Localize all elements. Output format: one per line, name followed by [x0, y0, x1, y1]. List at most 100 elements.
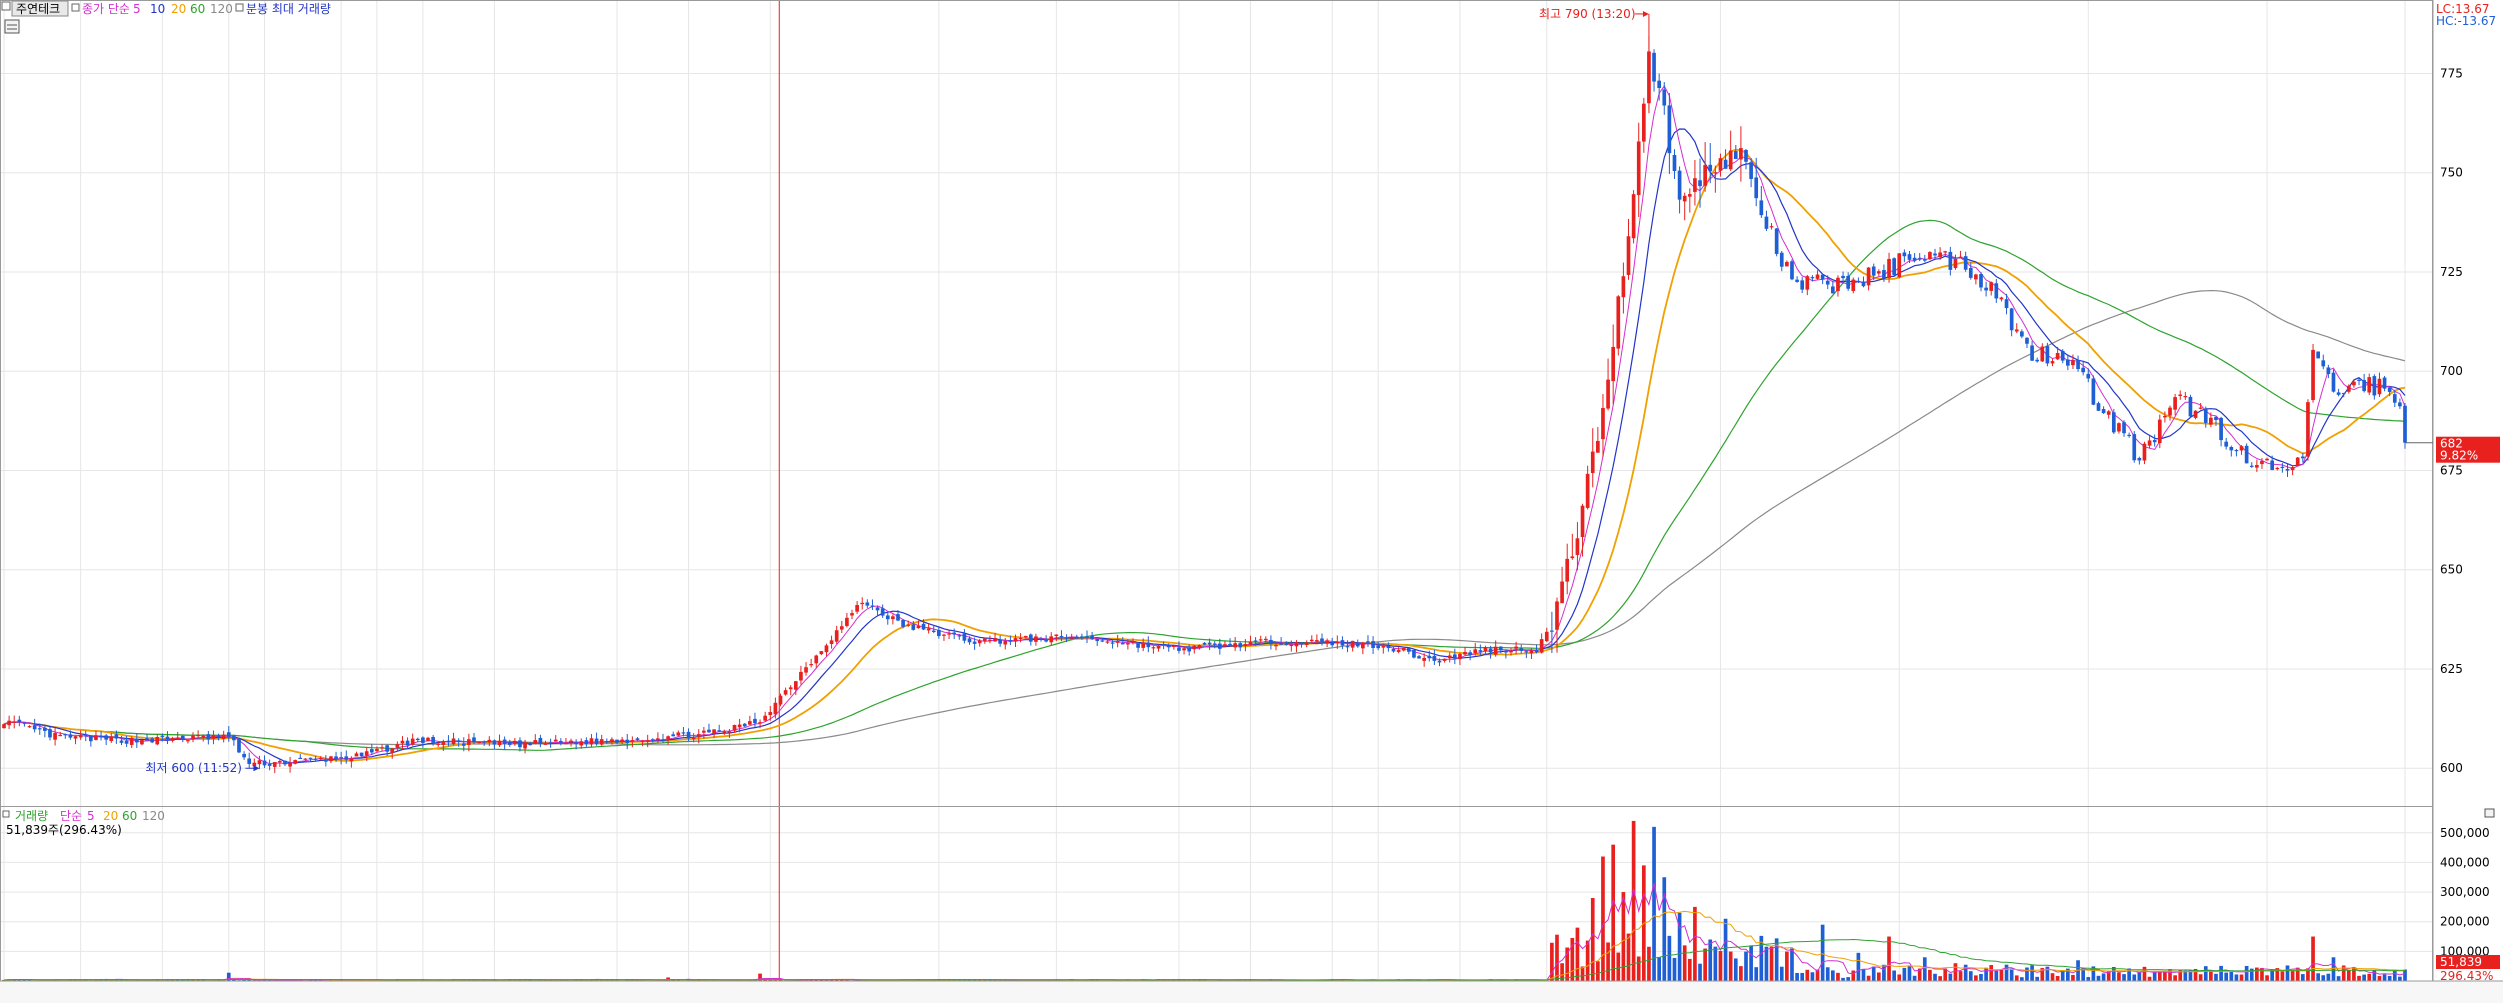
stock-name: 주연테크	[16, 2, 60, 16]
candle-body	[2106, 411, 2111, 415]
candle-body	[579, 741, 584, 746]
volume-ma-title: 단순	[60, 809, 82, 823]
vol-ma20-legend[interactable]: 20	[103, 809, 118, 823]
volume-bar	[2300, 974, 2305, 981]
candle-body	[1713, 172, 1718, 174]
candle-body	[2081, 367, 2086, 373]
volume-bar	[1938, 976, 1942, 981]
high-annotation: 최고 790 (13:20)	[1539, 7, 1636, 21]
candle-body	[1887, 258, 1891, 278]
candle-body	[2178, 394, 2183, 396]
candle-body	[201, 735, 206, 737]
candle-body	[1611, 346, 1616, 382]
candle-body	[1141, 642, 1146, 648]
candle-body	[2229, 446, 2234, 451]
candle-body	[262, 760, 267, 766]
candle-body	[2050, 361, 2055, 364]
volume-bar	[1718, 950, 1723, 981]
candle-body	[1831, 286, 1835, 294]
candle-body	[1202, 642, 1207, 645]
candle-body	[2, 724, 6, 729]
candle-body	[2306, 402, 2310, 457]
volume-bar	[1723, 918, 1728, 981]
candle-body	[1320, 638, 1324, 642]
candle-body	[906, 624, 911, 626]
candle-body	[467, 739, 471, 745]
candle-body	[916, 625, 921, 629]
candle-body	[160, 735, 165, 737]
candle-body	[124, 740, 129, 744]
vol-ma120-legend[interactable]: 120	[142, 809, 165, 823]
candle-body	[1544, 631, 1549, 642]
candle-body	[957, 635, 962, 637]
ma120-legend[interactable]: 120	[210, 2, 233, 16]
menu-toggle-icon[interactable]	[1, 1, 11, 11]
candle-body	[1458, 653, 1462, 660]
candle-body	[2173, 397, 2177, 410]
candle-body	[22, 722, 27, 724]
candle-body	[1728, 150, 1733, 170]
volume-bar	[2137, 972, 2142, 981]
candle-body	[2152, 439, 2157, 443]
candle-body	[2065, 359, 2070, 366]
candle-body	[226, 732, 231, 737]
candle-body	[472, 737, 476, 743]
volume-bar	[1984, 967, 1988, 981]
vol-ma5-legend[interactable]: 5	[87, 809, 95, 823]
volume-bar	[1887, 936, 1891, 981]
candle-body	[2244, 445, 2249, 464]
candle-body	[742, 723, 747, 727]
candle-body	[1217, 643, 1222, 649]
candle-body	[58, 734, 63, 737]
candle-body	[2188, 396, 2193, 417]
pane-maximize-icon[interactable]	[2484, 808, 2495, 818]
candle-body	[2249, 465, 2254, 467]
volume-bar	[1820, 924, 1825, 981]
volume-bar	[2050, 973, 2055, 981]
candle-body	[32, 725, 37, 730]
volume-bar	[2209, 971, 2213, 981]
volume-bar	[2014, 975, 2019, 981]
extra-legend-toggle-icon[interactable]	[235, 3, 244, 12]
volume-bar	[1631, 820, 1636, 981]
candle-body	[1039, 638, 1043, 640]
candle-body	[298, 757, 303, 759]
candle-body	[1192, 645, 1197, 650]
candle-body	[1493, 646, 1498, 655]
volume-bar	[2387, 975, 2392, 981]
price-volume-chart[interactable]: 600625650675700725750775100,000200,00030…	[0, 0, 2503, 1003]
low-annotation: 최저 600 (11:52)	[145, 761, 242, 775]
candle-body	[318, 757, 323, 760]
candle-body	[1013, 638, 1018, 642]
candle-body	[1340, 640, 1345, 646]
ma-legend-toggle-icon[interactable]	[71, 3, 80, 12]
candle-body	[2020, 331, 2024, 337]
candle-body	[2239, 446, 2244, 451]
ma10-legend[interactable]: 10	[150, 2, 165, 16]
table-view-icon[interactable]	[4, 19, 20, 34]
candle-body	[911, 624, 916, 630]
ma5-legend[interactable]: 5	[133, 2, 141, 16]
ma20-legend[interactable]: 20	[171, 2, 186, 16]
candle-body	[436, 743, 441, 745]
candle-body	[431, 737, 435, 743]
candle-body	[1836, 277, 1840, 292]
vol-ma60-legend[interactable]: 60	[122, 809, 137, 823]
candle-body	[645, 740, 650, 742]
volume-bar	[1805, 969, 1810, 981]
candle-body	[615, 739, 619, 743]
candle-body	[1161, 643, 1166, 646]
candle-body	[1172, 645, 1176, 647]
candle-body	[2157, 419, 2162, 444]
volume-bar	[1790, 948, 1794, 981]
volume-legend-toggle-icon[interactable]	[2, 810, 10, 818]
candle-body	[482, 741, 487, 743]
candle-body	[528, 742, 533, 746]
candle-body	[1550, 630, 1554, 632]
candle-body	[875, 607, 880, 611]
candle-body	[1054, 634, 1059, 637]
candle-body	[1754, 177, 1759, 199]
ma60-legend[interactable]: 60	[190, 2, 205, 16]
candle-body	[232, 735, 236, 741]
candle-body	[1488, 648, 1493, 653]
